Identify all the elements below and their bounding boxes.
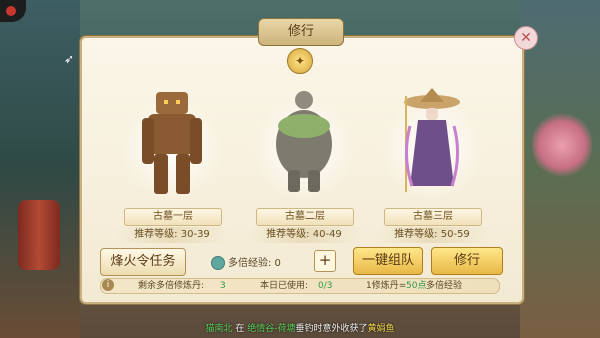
add-exp-button[interactable]: + <box>314 250 336 272</box>
auto-team-button[interactable]: 一键组队 <box>353 247 423 275</box>
practice-button[interactable]: 修行 <box>431 247 503 275</box>
emblem-icon: ✦ <box>287 48 313 74</box>
witch-hat-icon <box>404 88 460 192</box>
level-name: 古墓一层 <box>124 208 222 226</box>
close-button[interactable]: ✕ <box>514 26 538 50</box>
info-icon[interactable]: i <box>102 279 114 291</box>
rule-prefix: 1修炼丹= <box>366 281 407 291</box>
chat-player-name[interactable]: 猫南北 <box>205 324 232 334</box>
rule-value: 50点 <box>406 281 427 291</box>
beacon-mission-button[interactable]: 烽火令任务 <box>100 248 186 276</box>
multi-exp-icon <box>211 256 225 270</box>
stone-golem-icon <box>276 91 332 192</box>
blossom-tree <box>532 110 592 180</box>
level-card-2[interactable]: 古墓二层 推荐等级: 40-49 <box>244 76 364 246</box>
multi-exp-label: 多倍经验: 0 <box>228 258 281 269</box>
recommended-level: 推荐等级: 40-49 <box>248 227 360 243</box>
chat-item[interactable]: 黄娟鱼 <box>368 324 395 334</box>
chat-place[interactable]: 绝情谷-荷塘 <box>247 324 295 334</box>
recommended-level: 推荐等级: 30-39 <box>116 227 228 243</box>
bird-icon: ➶ <box>64 52 75 66</box>
recommended-level: 推荐等级: 50-59 <box>376 227 488 243</box>
level-card-1[interactable]: 古墓一层 推荐等级: 30-39 <box>112 76 232 246</box>
used-value: 0/3 <box>318 281 333 291</box>
rule-suffix: 多倍经验 <box>426 281 463 291</box>
remaining-value: 3 <box>220 281 226 291</box>
red-barrel <box>18 200 60 270</box>
remaining-label: 剩余多倍修炼丹: <box>138 281 205 291</box>
chat-text-2: 垂钓时意外收获了 <box>295 324 368 334</box>
used-label: 本日已使用: <box>260 281 309 291</box>
close-icon: ✕ <box>520 30 532 46</box>
window-title: 修行 <box>258 18 344 46</box>
level-name: 古墓三层 <box>384 208 482 226</box>
level-card-3[interactable]: 古墓三层 推荐等级: 50-59 <box>372 76 492 246</box>
wooden-golem-icon <box>142 92 202 194</box>
system-chat-line: 猫南北 在 绝情谷-荷塘垂钓时意外收获了黄娟鱼 <box>0 320 600 338</box>
background-left-scene <box>0 0 80 338</box>
level-name: 古墓二层 <box>256 208 354 226</box>
chat-text-1: 在 <box>232 324 248 334</box>
